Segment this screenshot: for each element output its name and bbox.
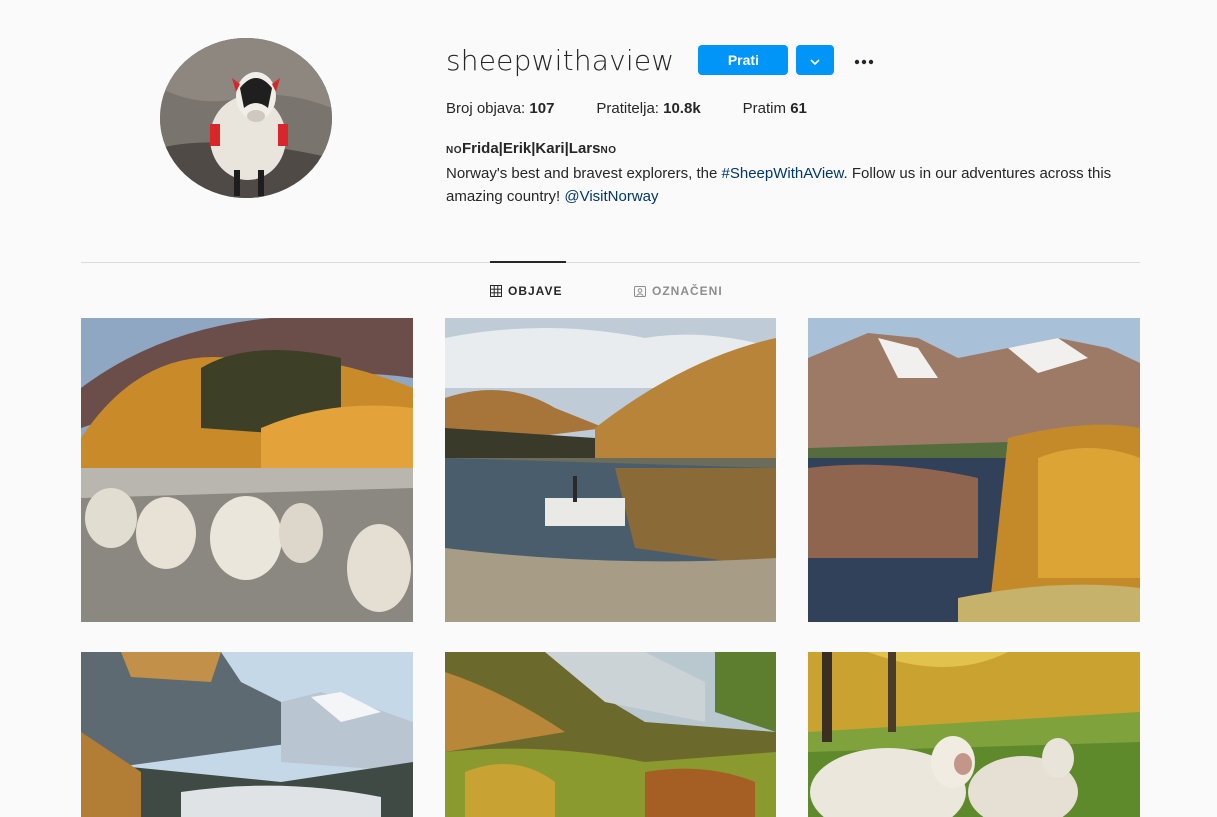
profile-page: sheepwithaview Prati Broj objava: 107 Pr… bbox=[0, 0, 1217, 817]
post-thumbnail[interactable] bbox=[445, 652, 776, 817]
tab-posts-label: OBJAVE bbox=[508, 284, 563, 298]
flag-no-left: NO bbox=[446, 145, 462, 156]
followers-count-label: Pratitelja: bbox=[596, 100, 659, 117]
post-thumbnail[interactable] bbox=[81, 318, 413, 622]
post-thumbnail[interactable] bbox=[81, 652, 413, 817]
posts-count-value: 107 bbox=[529, 100, 555, 117]
post-thumbnail[interactable] bbox=[445, 318, 776, 622]
following-count[interactable]: Pratim 61 bbox=[743, 100, 807, 117]
tagged-person-icon bbox=[634, 285, 646, 297]
chevron-down-icon bbox=[810, 53, 820, 68]
tab-tagged-label: OZNAČENI bbox=[652, 284, 723, 298]
hashtag-link[interactable]: #SheepWithAView bbox=[722, 165, 844, 182]
profile-bio: NOFrida|Erik|Kari|LarsNO Norway's best a… bbox=[446, 137, 1146, 208]
tabs-divider bbox=[81, 262, 1140, 263]
posts-count: Broj objava: 107 bbox=[446, 100, 554, 117]
profile-stats: Broj objava: 107 Pratitelja: 10.8k Prati… bbox=[446, 100, 1146, 117]
bio-text-before: Norway's best and bravest explorers, the bbox=[446, 165, 722, 182]
post-thumbnail[interactable] bbox=[808, 318, 1140, 622]
suggestions-dropdown-button[interactable] bbox=[796, 45, 835, 75]
posts-count-label: Broj objava: bbox=[446, 100, 526, 117]
followers-count[interactable]: Pratitelja: 10.8k bbox=[596, 100, 700, 117]
profile-title-row: sheepwithaview Prati bbox=[446, 42, 1146, 78]
bio-description: Norway's best and bravest explorers, the… bbox=[446, 162, 1146, 208]
tab-posts[interactable]: OBJAVE bbox=[490, 283, 562, 299]
username: sheepwithaview bbox=[446, 43, 675, 77]
followers-count-value: 10.8k bbox=[663, 100, 701, 117]
profile-avatar[interactable] bbox=[160, 38, 332, 198]
tab-tagged[interactable]: OZNAČENI bbox=[634, 283, 723, 299]
flag-no-right: NO bbox=[600, 145, 617, 156]
active-tab-indicator bbox=[490, 261, 566, 263]
bio-display-name: NOFrida|Erik|Kari|LarsNO bbox=[446, 137, 1146, 162]
profile-info: sheepwithaview Prati Broj objava: 107 Pr… bbox=[446, 42, 1146, 208]
mention-link[interactable]: @VisitNorway bbox=[564, 188, 658, 205]
following-count-label: Pratim bbox=[742, 100, 787, 117]
post-thumbnail[interactable] bbox=[808, 652, 1140, 817]
follow-button[interactable]: Prati bbox=[698, 45, 789, 75]
bio-name-text: Frida|Erik|Kari|Lars bbox=[462, 140, 601, 157]
more-horizontal-icon bbox=[854, 53, 874, 68]
following-count-value: 61 bbox=[790, 100, 807, 117]
grid-icon bbox=[490, 285, 502, 297]
more-options-button[interactable] bbox=[848, 45, 880, 75]
